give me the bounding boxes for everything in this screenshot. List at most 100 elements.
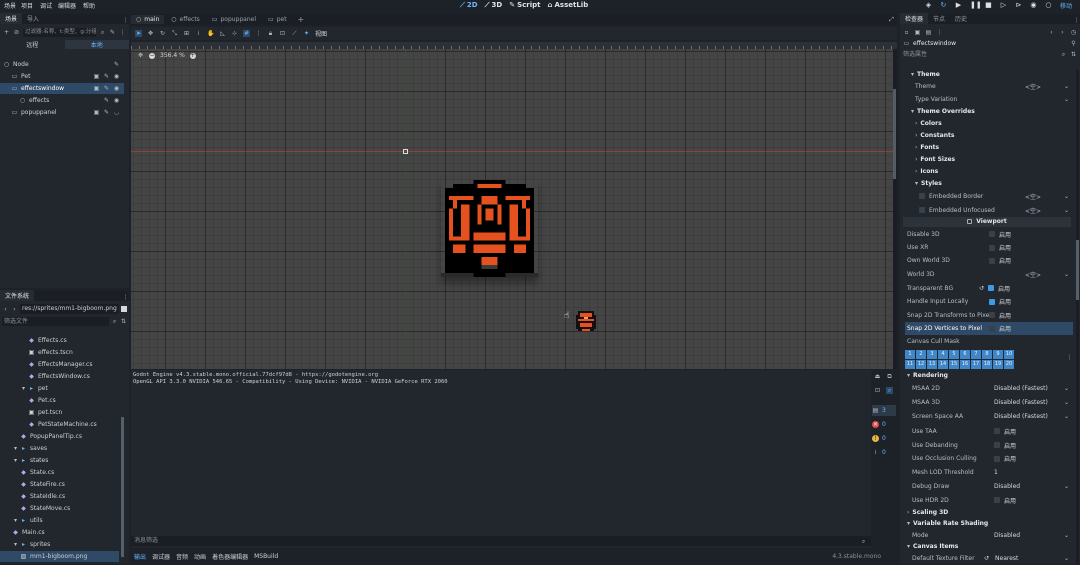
inspector-row-handle-input-locally[interactable]: Handle Input Locally 启用 <box>905 295 1073 308</box>
zoom-level[interactable]: 356.4 % <box>160 52 185 59</box>
menu-help[interactable]: 帮助 <box>83 1 95 10</box>
chevron-down-icon[interactable]: ⌄ <box>1064 193 1069 200</box>
checkbox[interactable] <box>994 442 1000 448</box>
movie-icon[interactable]: ◉ <box>1030 1 1037 9</box>
inspector-row-theme[interactable]: ▾ Theme <box>905 68 1073 80</box>
file-item[interactable]: ◆ EffectsWindow.cs <box>0 371 119 382</box>
checkbox[interactable] <box>988 285 995 291</box>
cull-layer-13[interactable]: 13 <box>927 360 937 369</box>
file-item[interactable]: ◆ StateFire.cs <box>0 479 119 490</box>
rendering-row-use-taa[interactable]: Use TAA 启用 <box>905 424 1073 438</box>
property-value[interactable]: 启用 <box>989 243 1011 252</box>
inspector-row-styles[interactable]: ▾ Styles <box>905 177 1073 189</box>
visibility-icon[interactable]: ◉ <box>113 97 120 104</box>
file-item[interactable]: ▾ ▸ sprites <box>0 539 119 550</box>
bone-icon[interactable]: ⟋ <box>291 30 298 37</box>
property-value[interactable]: 启用 <box>989 297 1011 306</box>
ruler-tool-icon[interactable]: ◺ <box>219 30 226 37</box>
visibility-icon[interactable]: ◉ <box>113 73 120 80</box>
property-value[interactable]: Disabled <box>994 532 1020 539</box>
rendering-row-mode[interactable]: Mode Disabled ⌄ <box>905 529 1073 541</box>
sprite-pet[interactable] <box>572 307 600 335</box>
snap-options-icon[interactable]: ⋮ <box>255 30 262 37</box>
property-value[interactable]: 1 <box>994 469 998 476</box>
property-value[interactable]: 启用 <box>994 454 1016 463</box>
cull-layer-11[interactable]: 11 <box>905 360 915 369</box>
rendering-row-msaa-2d[interactable]: MSAA 2D Disabled (Fastest) ⌄ <box>905 381 1073 395</box>
chevron-down-icon[interactable]: ▾ <box>20 385 27 392</box>
checkbox[interactable] <box>989 325 995 332</box>
property-value[interactable]: 启用 <box>989 311 1011 320</box>
rendering-row-use-hdr-2d[interactable]: Use HDR 2D 启用 <box>905 493 1073 507</box>
cull-layer-6[interactable]: 6 <box>960 350 970 359</box>
anchor-icon[interactable]: ✦ <box>303 30 310 37</box>
property-value[interactable]: <空> <box>1025 206 1041 215</box>
zoom-in-icon[interactable]: + <box>189 52 196 59</box>
cull-mask-menu-icon[interactable]: ⋮ <box>1066 354 1073 361</box>
filter-warnings-button[interactable]: ! 0 <box>872 433 896 444</box>
tab-debugger[interactable]: 调试器 <box>152 552 170 561</box>
tab-animation[interactable]: 动画 <box>194 552 206 561</box>
file-item[interactable]: ◆ Pet.cs <box>0 395 119 406</box>
group-icon[interactable]: ⊡ <box>279 30 286 37</box>
property-value[interactable]: <空> <box>1025 192 1041 201</box>
property-value[interactable]: 启用 <box>989 256 1011 265</box>
cull-layer-20[interactable]: 20 <box>1004 360 1014 369</box>
property-value[interactable]: 启用 <box>989 324 1011 333</box>
save-resource-icon[interactable]: ▤ <box>925 29 932 36</box>
chevron-down-icon[interactable]: ⌄ <box>1064 532 1069 539</box>
grid-snap-icon[interactable]: # <box>243 30 250 37</box>
filter-messages-button[interactable]: ▤ 3 <box>872 405 896 416</box>
mode-assetlib-button[interactable]: ⌂ AssetLib <box>547 0 588 10</box>
sprite-bigboom[interactable] <box>441 180 538 277</box>
scale-tool-icon[interactable]: ⤡ <box>171 30 178 37</box>
property-value[interactable]: <空> <box>1025 82 1041 91</box>
menu-dots-icon[interactable]: ⋮ <box>119 29 126 36</box>
property-filter-input[interactable]: 筛选属性 <box>903 50 1057 59</box>
inspector-row-colors[interactable]: › Colors <box>905 117 1073 129</box>
cull-layer-17[interactable]: 17 <box>971 360 981 369</box>
checkbox[interactable] <box>989 257 995 264</box>
inspector-row-own-world-3d[interactable]: Own World 3D 启用 <box>905 254 1073 267</box>
menu-project[interactable]: 项目 <box>21 1 33 10</box>
scene-node-3[interactable]: ○ effects ✎ ◉ <box>0 95 124 106</box>
chevron-down-icon[interactable]: ⌄ <box>1064 483 1069 490</box>
inspector-row-disable-3d[interactable]: Disable 3D 启用 <box>905 227 1073 241</box>
checkbox[interactable] <box>989 312 995 318</box>
chevron-down-icon[interactable]: ⌄ <box>1064 399 1069 406</box>
tab-import[interactable]: 导入 <box>22 13 44 24</box>
inspector-row-constants[interactable]: › Constants <box>905 129 1073 141</box>
cull-layer-1[interactable]: 1 <box>905 350 915 359</box>
rendering-row-default-texture-filter[interactable]: Default Texture Filter ↺ Nearest ⌄ <box>905 552 1073 565</box>
play-custom-icon[interactable]: ⊳ <box>1015 1 1022 9</box>
property-value[interactable]: ↺ Nearest <box>984 555 1018 562</box>
chevron-down-icon[interactable]: ▾ <box>12 445 19 452</box>
file-item[interactable]: ◆ PetStateMachine.cs <box>0 419 119 430</box>
path-field[interactable]: res://sprites/mm1-bigboom.png <box>20 304 119 314</box>
mode-3d-button[interactable]: ⟋ 3D <box>485 0 503 10</box>
file-scrollbar[interactable] <box>121 417 124 557</box>
open-scene-icon[interactable]: ▣ <box>93 73 100 80</box>
sort-properties-icon[interactable]: ⇅ <box>1070 51 1077 58</box>
menu-debug[interactable]: 调试 <box>40 1 52 10</box>
cull-layer-14[interactable]: 14 <box>938 360 948 369</box>
add-node-icon[interactable]: + <box>3 29 10 36</box>
scene-node-1[interactable]: ▭ Pet ▣ ✎ ◉ <box>0 71 124 82</box>
checkbox[interactable] <box>994 497 1000 503</box>
property-value[interactable]: 启用 <box>989 230 1011 239</box>
pause-icon[interactable]: ❚❚ <box>970 1 982 9</box>
checkbox[interactable] <box>994 455 1000 462</box>
cull-layer-16[interactable]: 16 <box>960 360 970 369</box>
property-value[interactable]: 启用 <box>994 427 1016 436</box>
chevron-down-icon[interactable]: ▾ <box>12 541 19 548</box>
search-toggle-icon[interactable]: ⌕ <box>886 387 893 394</box>
file-item[interactable]: ▨ mm1-bigboom.png <box>0 551 119 562</box>
viewport-vscroll[interactable] <box>893 49 897 369</box>
checkbox[interactable] <box>994 428 1000 434</box>
property-value[interactable]: Disabled (Fastest) <box>994 413 1048 420</box>
chevron-down-icon[interactable]: ⌄ <box>1064 385 1069 392</box>
renderer-icon[interactable]: ○ <box>1045 1 1052 9</box>
script-icon[interactable]: ✎ <box>103 97 110 104</box>
object-menu-icon[interactable]: ⚲ <box>1070 40 1077 47</box>
section-header-viewport[interactable]: Viewport <box>903 217 1071 227</box>
